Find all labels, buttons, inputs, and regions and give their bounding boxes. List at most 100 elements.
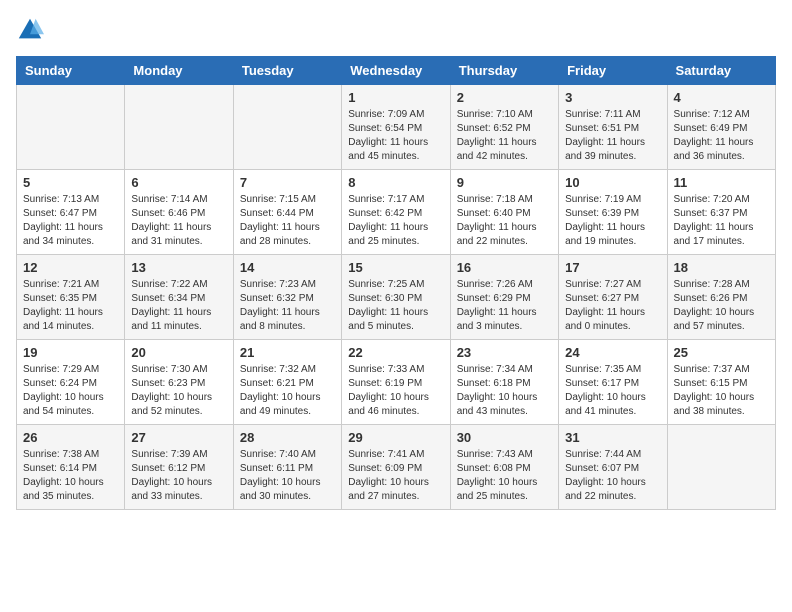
day-number: 6	[131, 175, 226, 190]
day-cell: 21 Sunrise: 7:32 AM Sunset: 6:21 PM Dayli…	[233, 340, 341, 425]
logo-icon	[16, 16, 44, 44]
day-number: 28	[240, 430, 335, 445]
day-cell: 4 Sunrise: 7:12 AM Sunset: 6:49 PM Daylig…	[667, 85, 775, 170]
day-info: Sunrise: 7:26 AM Sunset: 6:29 PM Dayligh…	[457, 278, 552, 334]
day-number: 4	[674, 90, 769, 105]
week-row-3: 12 Sunrise: 7:21 AM Sunset: 6:35 PM Dayli…	[17, 255, 776, 340]
day-cell: 24 Sunrise: 7:35 AM Sunset: 6:17 PM Dayli…	[559, 340, 667, 425]
calendar-table: SundayMondayTuesdayWednesdayThursdayFrid…	[16, 56, 776, 510]
day-number: 13	[131, 260, 226, 275]
day-number: 19	[23, 345, 118, 360]
day-info: Sunrise: 7:21 AM Sunset: 6:35 PM Dayligh…	[23, 278, 118, 334]
day-header-friday: Friday	[559, 57, 667, 85]
day-cell: 15 Sunrise: 7:25 AM Sunset: 6:30 PM Dayli…	[342, 255, 450, 340]
day-number: 15	[348, 260, 443, 275]
day-info: Sunrise: 7:39 AM Sunset: 6:12 PM Dayligh…	[131, 448, 226, 504]
day-info: Sunrise: 7:25 AM Sunset: 6:30 PM Dayligh…	[348, 278, 443, 334]
day-number: 20	[131, 345, 226, 360]
day-info: Sunrise: 7:27 AM Sunset: 6:27 PM Dayligh…	[565, 278, 660, 334]
day-cell: 26 Sunrise: 7:38 AM Sunset: 6:14 PM Dayli…	[17, 425, 125, 510]
day-cell: 1Sunrise: 7:09 AM Sunset: 6:54 PM Daylig…	[342, 85, 450, 170]
day-header-saturday: Saturday	[667, 57, 775, 85]
day-cell: 13 Sunrise: 7:22 AM Sunset: 6:34 PM Dayli…	[125, 255, 233, 340]
day-number: 10	[565, 175, 660, 190]
day-number: 25	[674, 345, 769, 360]
day-number: 3	[565, 90, 660, 105]
logo	[16, 16, 48, 44]
day-header-thursday: Thursday	[450, 57, 558, 85]
day-cell	[233, 85, 341, 170]
day-cell: 28 Sunrise: 7:40 AM Sunset: 6:11 PM Dayli…	[233, 425, 341, 510]
day-cell	[667, 425, 775, 510]
day-info: Sunrise: 7:35 AM Sunset: 6:17 PM Dayligh…	[565, 363, 660, 419]
day-cell: 22 Sunrise: 7:33 AM Sunset: 6:19 PM Dayli…	[342, 340, 450, 425]
day-info: Sunrise: 7:38 AM Sunset: 6:14 PM Dayligh…	[23, 448, 118, 504]
day-info: Sunrise: 7:22 AM Sunset: 6:34 PM Dayligh…	[131, 278, 226, 334]
day-cell: 9Sunrise: 7:18 AM Sunset: 6:40 PM Daylig…	[450, 170, 558, 255]
day-header-wednesday: Wednesday	[342, 57, 450, 85]
day-cell: 20 Sunrise: 7:30 AM Sunset: 6:23 PM Dayli…	[125, 340, 233, 425]
day-number: 1	[348, 90, 443, 105]
days-of-week-row: SundayMondayTuesdayWednesdayThursdayFrid…	[17, 57, 776, 85]
day-number: 30	[457, 430, 552, 445]
day-info: Sunrise: 7:15 AM Sunset: 6:44 PM Dayligh…	[240, 193, 335, 249]
day-cell: 16Sunrise: 7:26 AM Sunset: 6:29 PM Dayli…	[450, 255, 558, 340]
day-number: 11	[674, 175, 769, 190]
day-number: 14	[240, 260, 335, 275]
day-cell: 30 Sunrise: 7:43 AM Sunset: 6:08 PM Dayli…	[450, 425, 558, 510]
day-cell: 7 Sunrise: 7:15 AM Sunset: 6:44 PM Daylig…	[233, 170, 341, 255]
day-number: 22	[348, 345, 443, 360]
day-number: 17	[565, 260, 660, 275]
day-number: 26	[23, 430, 118, 445]
day-number: 21	[240, 345, 335, 360]
day-cell: 27 Sunrise: 7:39 AM Sunset: 6:12 PM Dayli…	[125, 425, 233, 510]
day-header-sunday: Sunday	[17, 57, 125, 85]
day-info: Sunrise: 7:11 AM Sunset: 6:51 PM Dayligh…	[565, 108, 660, 164]
day-header-tuesday: Tuesday	[233, 57, 341, 85]
day-info: Sunrise: 7:37 AM Sunset: 6:15 PM Dayligh…	[674, 363, 769, 419]
day-cell	[125, 85, 233, 170]
day-number: 24	[565, 345, 660, 360]
day-cell: 29 Sunrise: 7:41 AM Sunset: 6:09 PM Dayli…	[342, 425, 450, 510]
day-info: Sunrise: 7:41 AM Sunset: 6:09 PM Dayligh…	[348, 448, 443, 504]
day-info: Sunrise: 7:20 AM Sunset: 6:37 PM Dayligh…	[674, 193, 769, 249]
day-info: Sunrise: 7:33 AM Sunset: 6:19 PM Dayligh…	[348, 363, 443, 419]
day-cell: 3 Sunrise: 7:11 AM Sunset: 6:51 PM Daylig…	[559, 85, 667, 170]
day-cell: 19Sunrise: 7:29 AM Sunset: 6:24 PM Dayli…	[17, 340, 125, 425]
day-info: Sunrise: 7:12 AM Sunset: 6:49 PM Dayligh…	[674, 108, 769, 164]
day-cell: 8 Sunrise: 7:17 AM Sunset: 6:42 PM Daylig…	[342, 170, 450, 255]
week-row-1: 1Sunrise: 7:09 AM Sunset: 6:54 PM Daylig…	[17, 85, 776, 170]
day-number: 8	[348, 175, 443, 190]
day-info: Sunrise: 7:14 AM Sunset: 6:46 PM Dayligh…	[131, 193, 226, 249]
day-cell: 10Sunrise: 7:19 AM Sunset: 6:39 PM Dayli…	[559, 170, 667, 255]
week-row-4: 19Sunrise: 7:29 AM Sunset: 6:24 PM Dayli…	[17, 340, 776, 425]
day-number: 7	[240, 175, 335, 190]
day-info: Sunrise: 7:43 AM Sunset: 6:08 PM Dayligh…	[457, 448, 552, 504]
page-header	[16, 16, 776, 44]
week-row-5: 26 Sunrise: 7:38 AM Sunset: 6:14 PM Dayli…	[17, 425, 776, 510]
day-info: Sunrise: 7:18 AM Sunset: 6:40 PM Dayligh…	[457, 193, 552, 249]
day-info: Sunrise: 7:23 AM Sunset: 6:32 PM Dayligh…	[240, 278, 335, 334]
day-info: Sunrise: 7:40 AM Sunset: 6:11 PM Dayligh…	[240, 448, 335, 504]
day-number: 12	[23, 260, 118, 275]
day-cell: 14 Sunrise: 7:23 AM Sunset: 6:32 PM Dayli…	[233, 255, 341, 340]
day-info: Sunrise: 7:30 AM Sunset: 6:23 PM Dayligh…	[131, 363, 226, 419]
day-number: 5	[23, 175, 118, 190]
day-cell: 5Sunrise: 7:13 AM Sunset: 6:47 PM Daylig…	[17, 170, 125, 255]
calendar-body: 1Sunrise: 7:09 AM Sunset: 6:54 PM Daylig…	[17, 85, 776, 510]
day-number: 18	[674, 260, 769, 275]
day-cell: 17 Sunrise: 7:27 AM Sunset: 6:27 PM Dayli…	[559, 255, 667, 340]
day-info: Sunrise: 7:17 AM Sunset: 6:42 PM Dayligh…	[348, 193, 443, 249]
day-number: 31	[565, 430, 660, 445]
day-number: 29	[348, 430, 443, 445]
week-row-2: 5Sunrise: 7:13 AM Sunset: 6:47 PM Daylig…	[17, 170, 776, 255]
day-info: Sunrise: 7:34 AM Sunset: 6:18 PM Dayligh…	[457, 363, 552, 419]
day-number: 27	[131, 430, 226, 445]
day-cell: 2Sunrise: 7:10 AM Sunset: 6:52 PM Daylig…	[450, 85, 558, 170]
calendar-header: SundayMondayTuesdayWednesdayThursdayFrid…	[17, 57, 776, 85]
day-cell: 18Sunrise: 7:28 AM Sunset: 6:26 PM Dayli…	[667, 255, 775, 340]
day-cell: 6 Sunrise: 7:14 AM Sunset: 6:46 PM Daylig…	[125, 170, 233, 255]
day-header-monday: Monday	[125, 57, 233, 85]
day-info: Sunrise: 7:10 AM Sunset: 6:52 PM Dayligh…	[457, 108, 552, 164]
day-info: Sunrise: 7:32 AM Sunset: 6:21 PM Dayligh…	[240, 363, 335, 419]
